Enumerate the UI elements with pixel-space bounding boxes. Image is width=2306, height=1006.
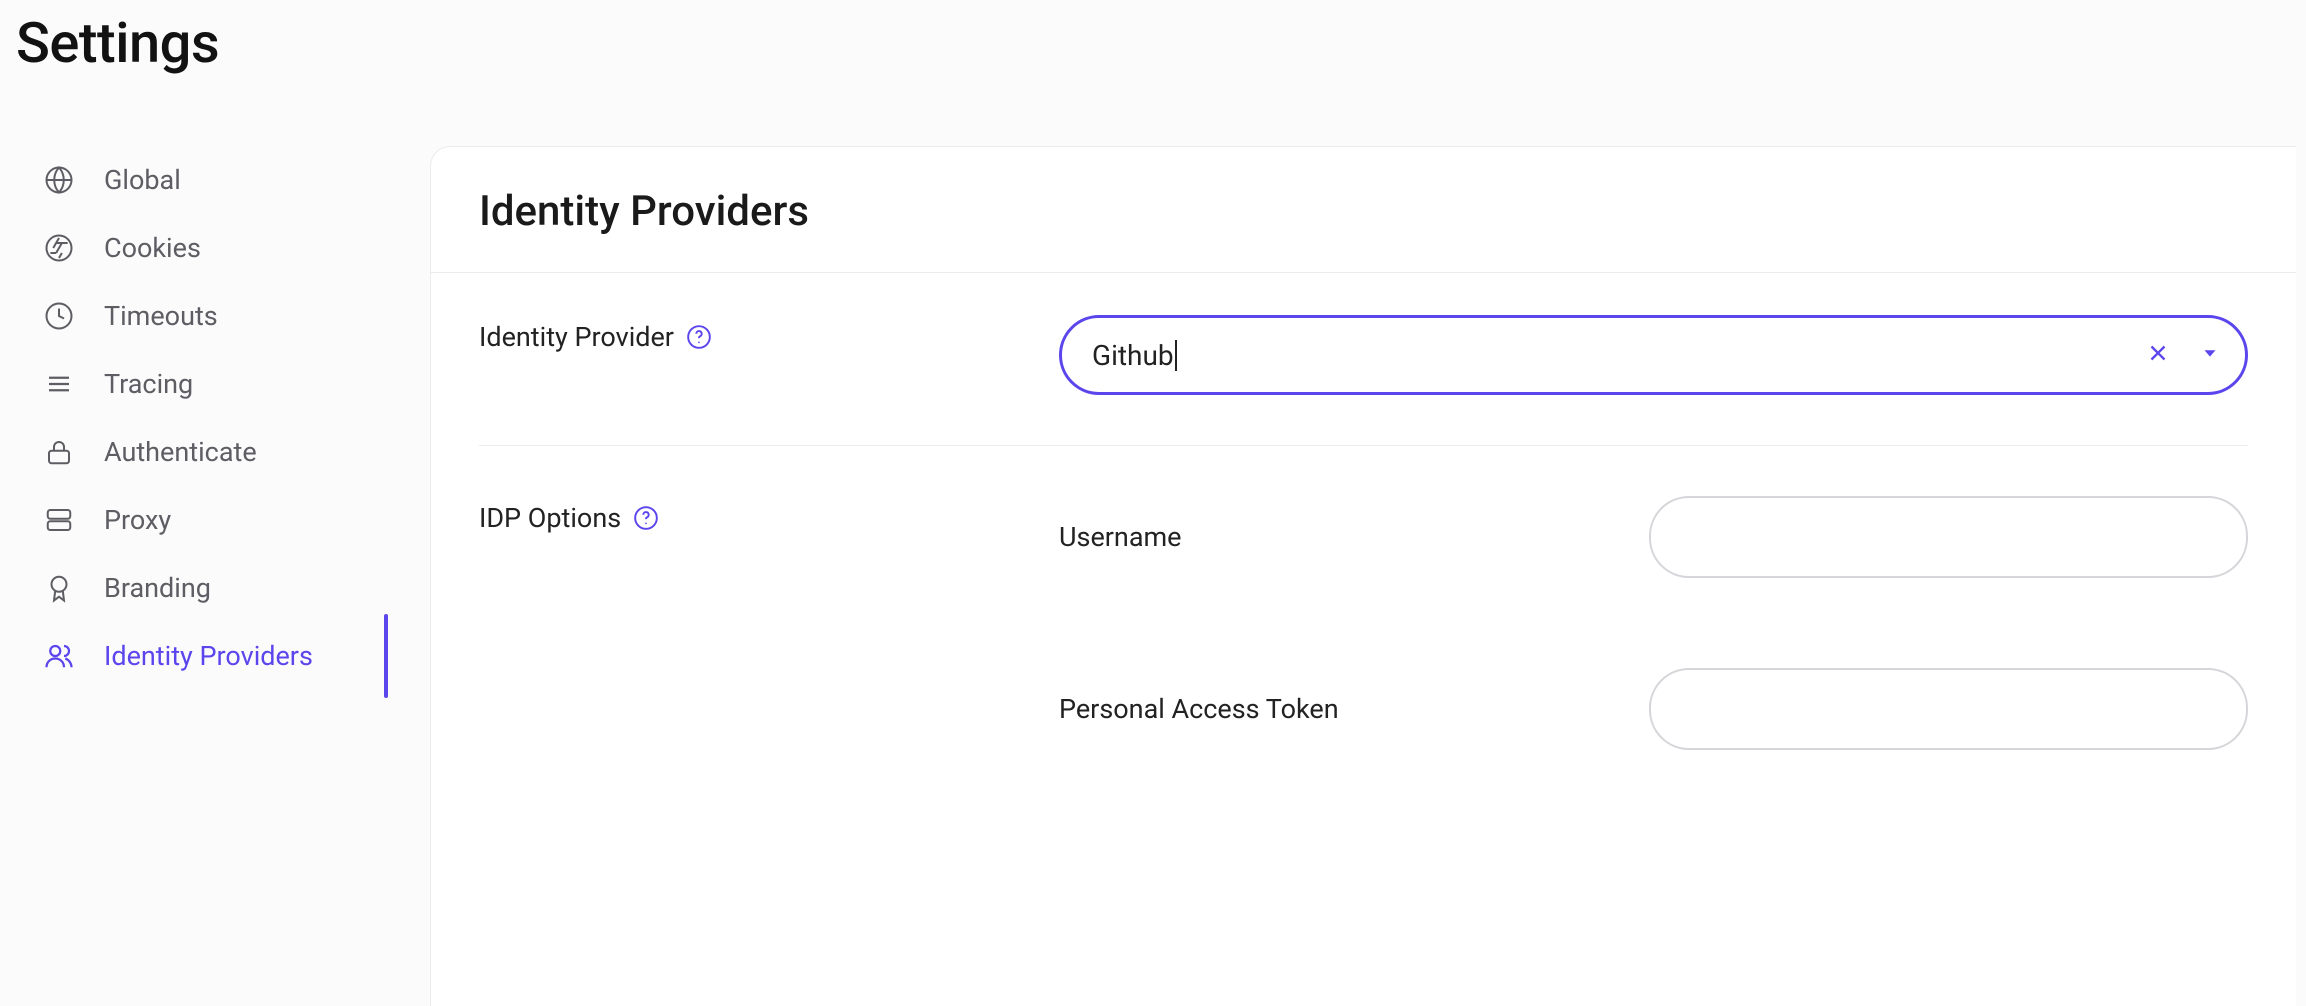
sidebar-item-cookies[interactable]: Cookies	[44, 214, 430, 282]
identity-provider-value: Github	[1092, 339, 1177, 372]
sidebar-item-label: Cookies	[104, 232, 201, 264]
identity-provider-label: Identity Provider	[479, 321, 674, 353]
sidebar-item-label: Tracing	[104, 368, 193, 400]
settings-sidebar: Global Cookies	[10, 146, 430, 690]
sidebar-item-label: Global	[104, 164, 181, 196]
sidebar-item-tracing[interactable]: Tracing	[44, 350, 430, 418]
sidebar-item-label: Branding	[104, 572, 211, 604]
identity-provider-combobox[interactable]: Github	[1059, 315, 2248, 395]
sidebar-item-label: Authenticate	[104, 436, 257, 468]
identity-provider-section: Identity Provider Github	[479, 315, 2248, 446]
page-title: Settings	[16, 10, 2296, 76]
sidebar-item-global[interactable]: Global	[44, 146, 430, 214]
globe-icon	[44, 165, 74, 195]
username-input[interactable]	[1649, 496, 2248, 578]
personal-access-token-label: Personal Access Token	[1059, 693, 1649, 725]
main-panel: Identity Providers Identity Provider	[430, 146, 2296, 1006]
panel-title: Identity Providers	[479, 187, 2248, 236]
clock-icon	[44, 301, 74, 331]
sidebar-item-label: Identity Providers	[104, 640, 313, 672]
sidebar-item-proxy[interactable]: Proxy	[44, 486, 430, 554]
sidebar-item-timeouts[interactable]: Timeouts	[44, 282, 430, 350]
idp-options-section: IDP Options Username	[479, 496, 2248, 800]
clear-icon[interactable]	[2145, 340, 2171, 370]
username-label: Username	[1059, 521, 1649, 553]
award-icon	[44, 573, 74, 603]
idp-options-label: IDP Options	[479, 502, 621, 534]
personal-access-token-input[interactable]	[1649, 668, 2248, 750]
sidebar-item-label: Proxy	[104, 504, 171, 536]
aperture-icon	[44, 233, 74, 263]
sidebar-item-label: Timeouts	[104, 300, 218, 332]
server-icon	[44, 505, 74, 535]
sidebar-item-authenticate[interactable]: Authenticate	[44, 418, 430, 486]
lock-icon	[44, 437, 74, 467]
users-icon	[44, 641, 74, 671]
sidebar-item-branding[interactable]: Branding	[44, 554, 430, 622]
chevron-down-icon[interactable]	[2199, 342, 2221, 368]
list-icon	[44, 369, 74, 399]
sidebar-item-identity-providers[interactable]: Identity Providers	[44, 622, 430, 690]
help-icon[interactable]	[686, 324, 712, 350]
help-icon[interactable]	[633, 505, 659, 531]
